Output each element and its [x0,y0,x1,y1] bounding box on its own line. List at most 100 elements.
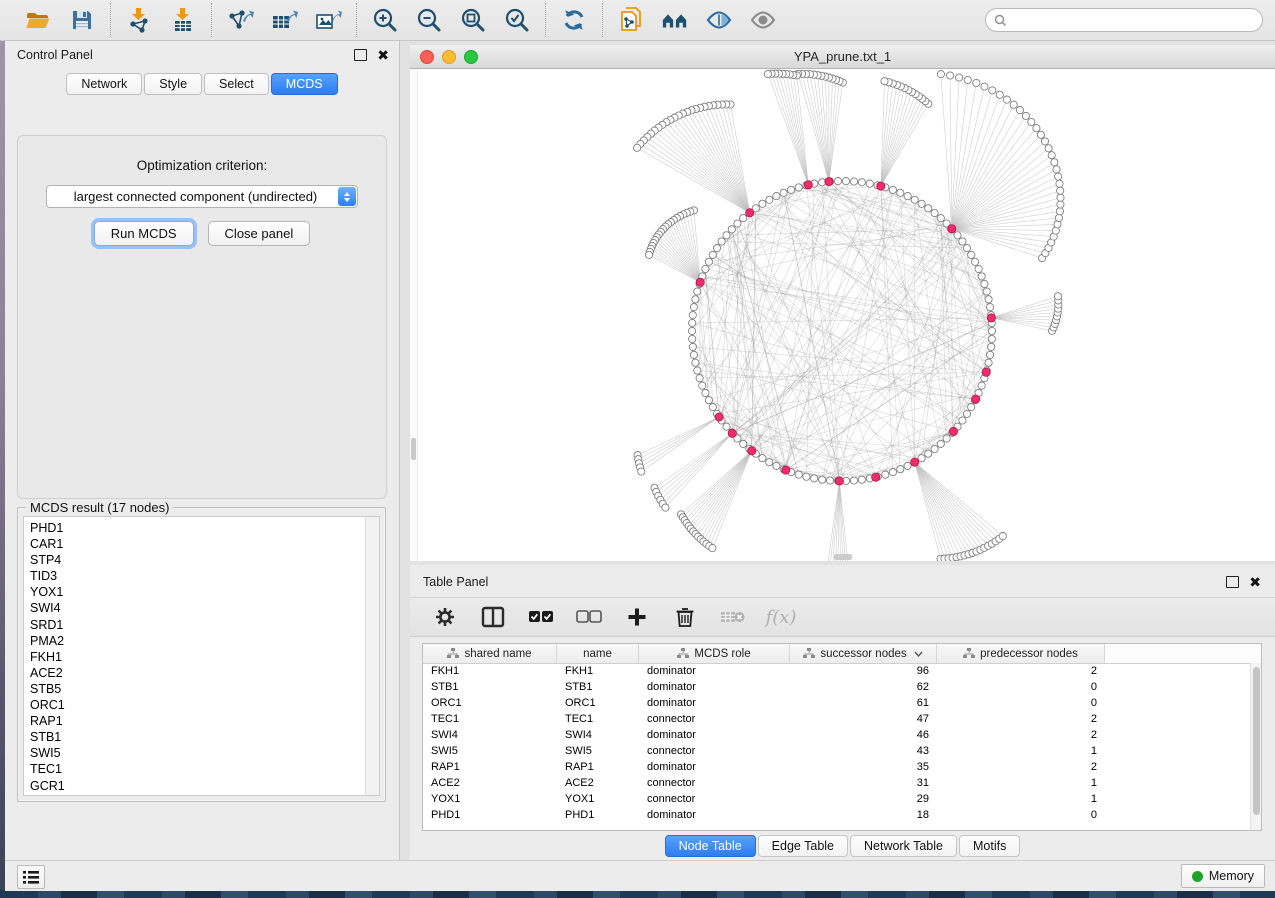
new-network-from-selection-icon[interactable] [617,6,645,34]
mcds-result-list: PHD1CAR1STP4TID3YOX1SWI4SRD1PMA2FKH1ACE2… [23,516,380,796]
tab-network-table[interactable]: Network Table [850,835,957,857]
float-table-panel-icon[interactable] [1226,576,1239,588]
mcds-result-item[interactable]: FKH1 [30,649,365,665]
export-group [212,6,356,34]
mcds-result-item[interactable]: PMA2 [30,633,365,649]
select-all-checkboxes-icon[interactable] [528,604,554,630]
table-scrollbar[interactable] [1250,663,1261,830]
mcds-result-item[interactable]: CAR1 [30,536,365,552]
export-image-icon[interactable] [314,6,342,34]
mcds-result-item[interactable]: ORC1 [30,697,365,713]
mcds-result-item[interactable]: SWI4 [30,600,365,616]
table-cell: 18 [790,809,937,821]
network-window: YPA_prune.txt_1 [410,45,1275,560]
table-cell: connector [639,713,790,725]
zoom-out-icon[interactable] [415,6,443,34]
close-table-panel-icon[interactable]: ✖ [1249,577,1261,587]
tab-node-table[interactable]: Node Table [665,835,756,857]
mcds-result-item[interactable]: SWI5 [30,745,365,761]
tab-network[interactable]: Network [66,73,142,95]
column-header-successor-nodes[interactable]: successor nodes [790,644,937,663]
hide-selected-icon[interactable] [705,6,733,34]
table-cell: connector [639,777,790,789]
export-network-icon[interactable] [226,6,254,34]
table-row[interactable]: RAP1RAP1dominator352 [423,759,1251,775]
table-row[interactable]: YOX1YOX1connector291 [423,791,1251,807]
table-settings-icon[interactable] [432,604,458,630]
tab-style[interactable]: Style [144,73,202,95]
delete-table-icon[interactable] [720,604,746,630]
show-column-panel-icon[interactable] [480,604,506,630]
mcds-result-item[interactable]: RAP1 [30,713,365,729]
open-session-icon[interactable] [24,6,52,34]
mcds-result-item[interactable]: GCR1 [30,778,365,794]
import-group [111,6,211,34]
table-cell: 31 [790,777,937,789]
column-header-shared-name[interactable]: shared name [423,644,557,663]
mcds-result-item[interactable]: TID3 [30,568,365,584]
mcds-result-item[interactable]: ACE2 [30,665,365,681]
mcds-result-item[interactable]: STP4 [30,552,365,568]
task-history-button[interactable] [17,865,45,889]
apply-layout-icon[interactable] [560,6,588,34]
table-row[interactable]: STB1STB1dominator620 [423,679,1251,695]
table-row[interactable]: ORC1ORC1dominator610 [423,695,1251,711]
network-canvas[interactable] [410,69,1275,561]
zoom-selected-icon[interactable] [503,6,531,34]
import-table-icon[interactable] [169,6,197,34]
add-column-icon[interactable] [624,604,650,630]
delete-column-icon[interactable] [672,604,698,630]
save-session-icon[interactable] [68,6,96,34]
mcds-result-item[interactable]: YOX1 [30,584,365,600]
table-cell: STB1 [423,681,557,693]
mcds-result-scrollbar[interactable] [365,517,379,795]
table-cell: PHD1 [423,809,557,821]
function-builder-icon[interactable]: f(x) [768,604,794,630]
table-row[interactable]: ACE2ACE2connector311 [423,775,1251,791]
table-cell: STB1 [557,681,639,693]
mcds-result-item[interactable]: STB5 [30,681,365,697]
show-all-icon[interactable] [749,6,777,34]
network-vertical-scrollbar[interactable] [410,69,418,561]
mcds-result-item[interactable]: STB1 [30,729,365,745]
memory-button[interactable]: Memory [1181,864,1265,888]
column-header-predecessor-nodes[interactable]: predecessor nodes [937,644,1105,663]
mcds-result-item[interactable]: SRD1 [30,617,365,633]
search-box[interactable] [985,8,1263,32]
close-panel-button[interactable]: Close panel [208,221,311,246]
mcds-result-item[interactable]: PHD1 [30,520,365,536]
float-panel-icon[interactable] [354,49,367,61]
zoom-in-icon[interactable] [371,6,399,34]
search-input[interactable] [1012,12,1254,28]
table-cell: 35 [790,761,937,773]
table-toolbar: f(x) [410,597,1275,637]
table-row[interactable]: TEC1TEC1connector472 [423,711,1251,727]
table-scrollbar-thumb[interactable] [1253,667,1260,815]
deselect-all-checkboxes-icon[interactable] [576,604,602,630]
table-row[interactable]: SWI4SWI4dominator462 [423,727,1251,743]
mcds-result-item[interactable]: TEC1 [30,761,365,777]
network-window-titlebar[interactable]: YPA_prune.txt_1 [410,45,1275,69]
network-canvas-svg [410,69,1275,561]
close-panel-icon[interactable]: ✖ [377,50,389,60]
export-table-icon[interactable] [270,6,298,34]
criterion-dropdown[interactable]: largest connected component (undirected) [46,185,358,208]
tab-motifs[interactable]: Motifs [959,835,1020,857]
tab-mcds[interactable]: MCDS [271,73,338,95]
table-cell: 1 [937,793,1105,805]
column-header-MCDS-role[interactable]: MCDS role [639,644,790,663]
table-cell: SWI5 [423,745,557,757]
zoom-fit-icon[interactable] [459,6,487,34]
import-network-icon[interactable] [125,6,153,34]
table-cell: dominator [639,681,790,693]
status-bar: Memory [5,860,1275,891]
table-row[interactable]: SWI5SWI5connector431 [423,743,1251,759]
table-row[interactable]: FKH1FKH1dominator962 [423,663,1251,679]
table-row[interactable]: PHD1PHD1dominator180 [423,807,1251,823]
first-neighbors-icon[interactable] [661,6,689,34]
run-mcds-button[interactable]: Run MCDS [94,221,194,246]
tab-select[interactable]: Select [204,73,269,95]
tab-edge-table[interactable]: Edge Table [758,835,848,857]
network-horizontal-scrollbar-thumb[interactable] [834,554,852,560]
column-header-name[interactable]: name [557,644,639,663]
